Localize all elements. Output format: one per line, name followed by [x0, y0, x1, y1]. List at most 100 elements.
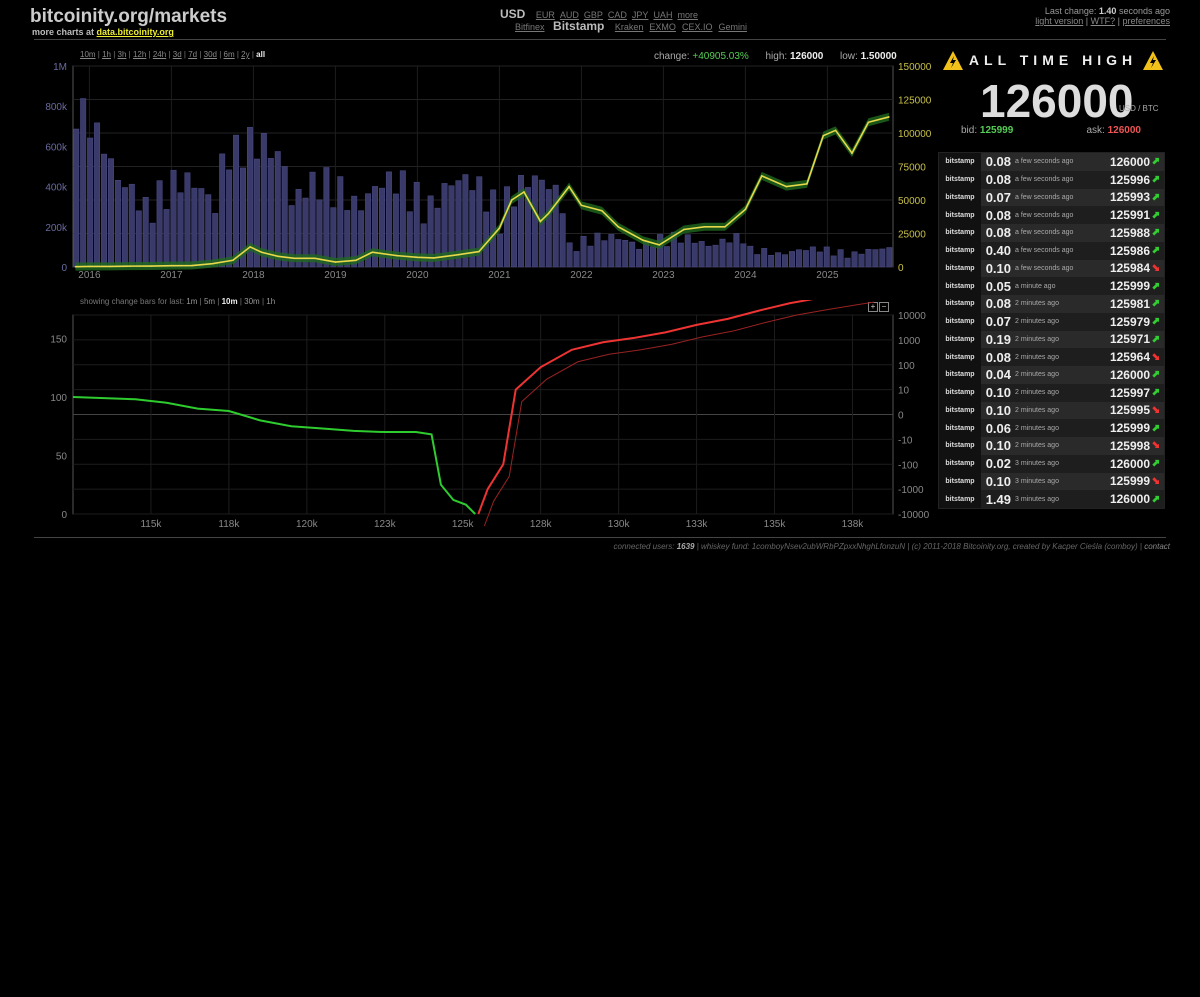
bid-ask: bid: 125999 ask: 126000 [961, 125, 1151, 136]
trade-exchange: bitstamp [939, 419, 981, 437]
price-point [568, 185, 570, 188]
arrow-up-icon: ⬈ [1151, 387, 1161, 399]
volume-bar [782, 254, 789, 268]
trade-row: bitstamp 0.07 a few seconds ago 125993 ⬈ [939, 188, 1164, 207]
arrow-down-icon: ⬊ [1151, 475, 1161, 487]
trade-time: a few seconds ago [1015, 229, 1074, 237]
volume-bar [608, 234, 615, 268]
volume-bar [274, 151, 281, 268]
price-point [191, 264, 193, 267]
y-left-tick: 0 [61, 510, 67, 521]
users-count: 1639 [676, 542, 695, 551]
price-point [703, 226, 706, 228]
x-tick: 135k [764, 519, 787, 530]
arrow-up-icon: ⬈ [1151, 298, 1161, 310]
order-book-depth-chart[interactable]: 100001000100100-10-100-1000-100000501001… [0, 300, 940, 540]
top-link-preferences[interactable]: preferences [1122, 16, 1170, 26]
y-right-tick: 10000 [898, 311, 926, 322]
trade-price: 126000 [1109, 154, 1150, 169]
y-right-tick: 0 [898, 411, 904, 422]
price-point [109, 265, 111, 268]
last-change-info: Last change: 1.40 seconds ago light vers… [1035, 6, 1170, 26]
trade-price: 125981 [1109, 296, 1150, 311]
trade-amount: 0.10 [985, 385, 1011, 401]
volume-bar [705, 245, 712, 268]
trade-time: 2 minutes ago [1015, 406, 1059, 414]
price-point [580, 204, 583, 207]
volume-bar [226, 169, 233, 268]
y-right-tick: 0 [898, 263, 904, 274]
price-point [822, 134, 825, 137]
volume-bar [636, 248, 643, 268]
x-tick: 2016 [78, 270, 101, 281]
trade-amount: 0.07 [985, 189, 1011, 205]
volume-bar [177, 192, 184, 268]
volume-bar [191, 187, 198, 268]
trade-price: 126000 [1109, 456, 1150, 471]
volume-bar [684, 234, 691, 268]
trade-amount: 0.08 [985, 349, 1011, 365]
volume-bar [87, 137, 94, 268]
trade-price: 126000 [1109, 367, 1150, 382]
arrow-up-icon: ⬈ [1151, 316, 1161, 328]
trade-time: a minute ago [1015, 282, 1056, 290]
trade-row: bitstamp 0.10 3 minutes ago 125999 ⬊ [939, 472, 1164, 491]
price-point [88, 265, 91, 268]
top-link-light-version[interactable]: light version [1035, 16, 1083, 26]
price-point [498, 227, 501, 229]
trade-exchange: bitstamp [939, 401, 981, 420]
link-separator: | [1083, 16, 1091, 26]
price-point [211, 262, 214, 265]
volume-bar [281, 166, 288, 268]
volume-bar [789, 251, 795, 268]
trade-exchange: bitstamp [939, 170, 981, 189]
price-point [601, 209, 603, 212]
trade-amount: 0.04 [985, 367, 1011, 383]
volume-bar [198, 188, 205, 268]
price-point [744, 208, 747, 211]
volume-bar [309, 171, 316, 268]
y-left-tick: 800k [45, 102, 68, 113]
volume-bar [795, 249, 802, 268]
volume-bar [163, 209, 170, 268]
volume-bar [559, 213, 566, 268]
price-point [293, 257, 296, 260]
trade-row: bitstamp 0.19 2 minutes ago 125971 ⬈ [939, 330, 1164, 349]
price-point [785, 185, 788, 188]
arrow-up-icon: ⬈ [1151, 333, 1161, 345]
volume-bar [712, 244, 719, 268]
volume-bar [323, 167, 330, 268]
price-point [888, 116, 890, 118]
bid-label: bid: [961, 125, 978, 136]
x-tick: 118k [218, 519, 240, 530]
arrow-down-icon: ⬊ [1151, 440, 1161, 452]
trade-time: 2 minutes ago [1015, 424, 1059, 432]
trade-price: 125964 [1109, 350, 1150, 365]
volume-bar [545, 189, 552, 268]
trade-amount: 0.05 [985, 278, 1011, 294]
volume-bar [107, 158, 114, 268]
price-point [129, 265, 132, 267]
trade-time: a few seconds ago [1015, 247, 1074, 255]
price-point [539, 220, 542, 223]
arrow-up-icon: ⬈ [1151, 369, 1161, 381]
volume-bar [809, 246, 816, 268]
ask-label: ask: [1086, 125, 1105, 136]
price-volume-chart[interactable]: 0 25000 50000 75000 100000 125000 150000 0 200k 4… [0, 0, 940, 300]
price-point [658, 244, 661, 246]
trade-row: bitstamp 0.06 2 minutes ago 125999 ⬈ [939, 419, 1164, 437]
current-price: 126000 [980, 75, 1134, 127]
ask-value: 126000 [1107, 125, 1141, 136]
x-tick: 2024 [734, 270, 757, 281]
volume-bar [149, 222, 156, 268]
price-point [867, 121, 870, 124]
volume-bar [184, 172, 191, 268]
top-link-wtf-[interactable]: WTF? [1091, 16, 1116, 26]
trade-price: 125999 [1109, 474, 1150, 489]
price-point [433, 257, 435, 259]
trade-exchange: bitstamp [939, 188, 981, 207]
trade-time: 2 minutes ago [1015, 335, 1059, 343]
volume-bar [587, 245, 594, 268]
contact-link[interactable]: contact [1144, 542, 1170, 551]
volume-bar [886, 247, 893, 268]
